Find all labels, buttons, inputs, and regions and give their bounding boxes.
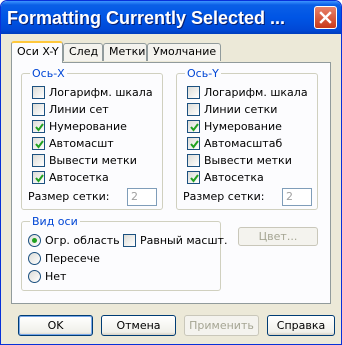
axis-view-crossing-option[interactable]: Пересече	[28, 252, 100, 268]
x-log-scale-label: Логарифм. шкала	[49, 86, 153, 99]
y-autogrid-checkbox[interactable]	[187, 171, 200, 184]
checkmark-icon	[35, 123, 44, 132]
equal-scale-label: Равный масшт.	[140, 234, 228, 247]
y-show-labels-checkbox[interactable]	[187, 154, 200, 167]
x-axis-group: Ось-X Логарифм. шкала Линии сет Нумерова…	[21, 67, 163, 210]
tab-trace[interactable]: След	[63, 43, 103, 61]
axis-view-group: Вид оси Огр. область Равный масшт. Перес…	[21, 215, 227, 291]
y-grid-lines-option[interactable]: Линии сетки	[187, 103, 277, 119]
title-bar[interactable]: Formatting Currently Selected ...	[1, 1, 341, 34]
equal-scale-option[interactable]: Равный масшт.	[123, 234, 227, 250]
y-grid-size-label: Размер сетки:	[183, 190, 265, 203]
close-icon	[319, 11, 332, 24]
y-log-scale-option[interactable]: Логарифм. шкала	[187, 86, 308, 102]
color-button[interactable]: Цвет...	[238, 227, 318, 246]
x-autoscale-label: Автомасшт	[49, 137, 114, 150]
x-log-scale-option[interactable]: Логарифм. шкала	[32, 86, 153, 102]
crossing-label: Пересече	[45, 252, 100, 265]
x-numbering-label: Нумерование	[49, 120, 127, 133]
x-log-scale-checkbox[interactable]	[32, 86, 45, 99]
y-log-scale-label: Логарифм. шкала	[204, 86, 308, 99]
y-autogrid-option[interactable]: Автосетка	[187, 171, 264, 187]
crossing-radio[interactable]	[28, 252, 41, 265]
tab-strip: Оси X-Y След Метки Умолчание	[11, 41, 331, 63]
x-grid-lines-checkbox[interactable]	[32, 103, 45, 116]
y-numbering-label: Нумерование	[204, 120, 282, 133]
tab-labels-label: Метки	[109, 45, 146, 58]
y-autoscale-label: Автомасштаб	[204, 137, 283, 150]
y-axis-group: Ось-Y Логарифм. шкала Линии сетки Нумеро…	[176, 67, 318, 210]
bounded-area-radio[interactable]	[28, 234, 41, 247]
y-numbering-option[interactable]: Нумерование	[187, 120, 282, 136]
axis-view-bounded-option[interactable]: Огр. область	[28, 234, 120, 250]
help-button-label: Справка	[276, 319, 326, 332]
x-autoscale-option[interactable]: Автомасшт	[32, 137, 114, 153]
x-autoscale-checkbox[interactable]	[32, 137, 45, 150]
cancel-button[interactable]: Отмена	[101, 315, 176, 336]
tab-labels[interactable]: Метки	[103, 43, 147, 61]
x-axis-legend: Ось-X	[30, 67, 67, 80]
none-radio[interactable]	[28, 270, 41, 283]
x-grid-lines-option[interactable]: Линии сет	[32, 103, 109, 119]
none-label: Нет	[45, 270, 67, 283]
checkmark-icon	[35, 174, 44, 183]
x-autogrid-label: Автосетка	[49, 171, 109, 184]
bounded-area-label: Огр. область	[45, 234, 120, 247]
axis-view-legend: Вид оси	[30, 215, 80, 228]
y-grid-size-input[interactable]: 2	[282, 188, 312, 206]
window-title: Formatting Currently Selected ...	[7, 8, 286, 28]
checkmark-icon	[190, 174, 199, 183]
checkmark-icon	[190, 123, 199, 132]
axis-view-none-option[interactable]: Нет	[28, 270, 66, 286]
y-autogrid-label: Автосетка	[204, 171, 264, 184]
x-autogrid-option[interactable]: Автосетка	[32, 171, 109, 187]
x-grid-size-input[interactable]: 2	[127, 188, 157, 206]
ok-button-label: OK	[47, 319, 64, 332]
y-axis-legend: Ось-Y	[185, 67, 221, 80]
y-grid-lines-label: Линии сетки	[204, 103, 278, 116]
x-show-labels-label: Вывести метки	[49, 154, 137, 167]
y-log-scale-checkbox[interactable]	[187, 86, 200, 99]
tab-axes-xy[interactable]: Оси X-Y	[11, 41, 63, 63]
apply-button-label: Применить	[189, 319, 254, 332]
close-button[interactable]	[314, 6, 337, 29]
tab-defaults[interactable]: Умолчание	[147, 43, 221, 61]
y-show-labels-label: Вывести метки	[204, 154, 292, 167]
checkmark-icon	[190, 140, 199, 149]
x-grid-size-label: Размер сетки:	[28, 190, 110, 203]
y-grid-lines-checkbox[interactable]	[187, 103, 200, 116]
ok-button[interactable]: OK	[18, 315, 93, 336]
cancel-button-label: Отмена	[116, 319, 161, 332]
tab-defaults-label: Умолчание	[153, 45, 217, 58]
checkmark-icon	[35, 140, 44, 149]
apply-button[interactable]: Применить	[184, 315, 259, 336]
radio-selected-dot	[32, 238, 37, 243]
x-grid-lines-label: Линии сет	[49, 103, 109, 116]
x-numbering-checkbox[interactable]	[32, 120, 45, 133]
y-numbering-checkbox[interactable]	[187, 120, 200, 133]
equal-scale-checkbox[interactable]	[123, 234, 136, 247]
x-autogrid-checkbox[interactable]	[32, 171, 45, 184]
tab-trace-label: След	[69, 45, 99, 58]
dialog-window: Formatting Currently Selected ... Оси X-…	[0, 0, 342, 345]
x-show-labels-option[interactable]: Вывести метки	[32, 154, 137, 170]
x-numbering-option[interactable]: Нумерование	[32, 120, 127, 136]
y-autoscale-option[interactable]: Автомасштаб	[187, 137, 282, 153]
x-show-labels-checkbox[interactable]	[32, 154, 45, 167]
y-show-labels-option[interactable]: Вывести метки	[187, 154, 292, 170]
tab-page-axes: Ось-X Логарифм. шкала Линии сет Нумерова…	[11, 62, 331, 304]
tab-axes-xy-label: Оси X-Y	[17, 45, 59, 58]
y-autoscale-checkbox[interactable]	[187, 137, 200, 150]
help-button[interactable]: Справка	[267, 315, 335, 336]
